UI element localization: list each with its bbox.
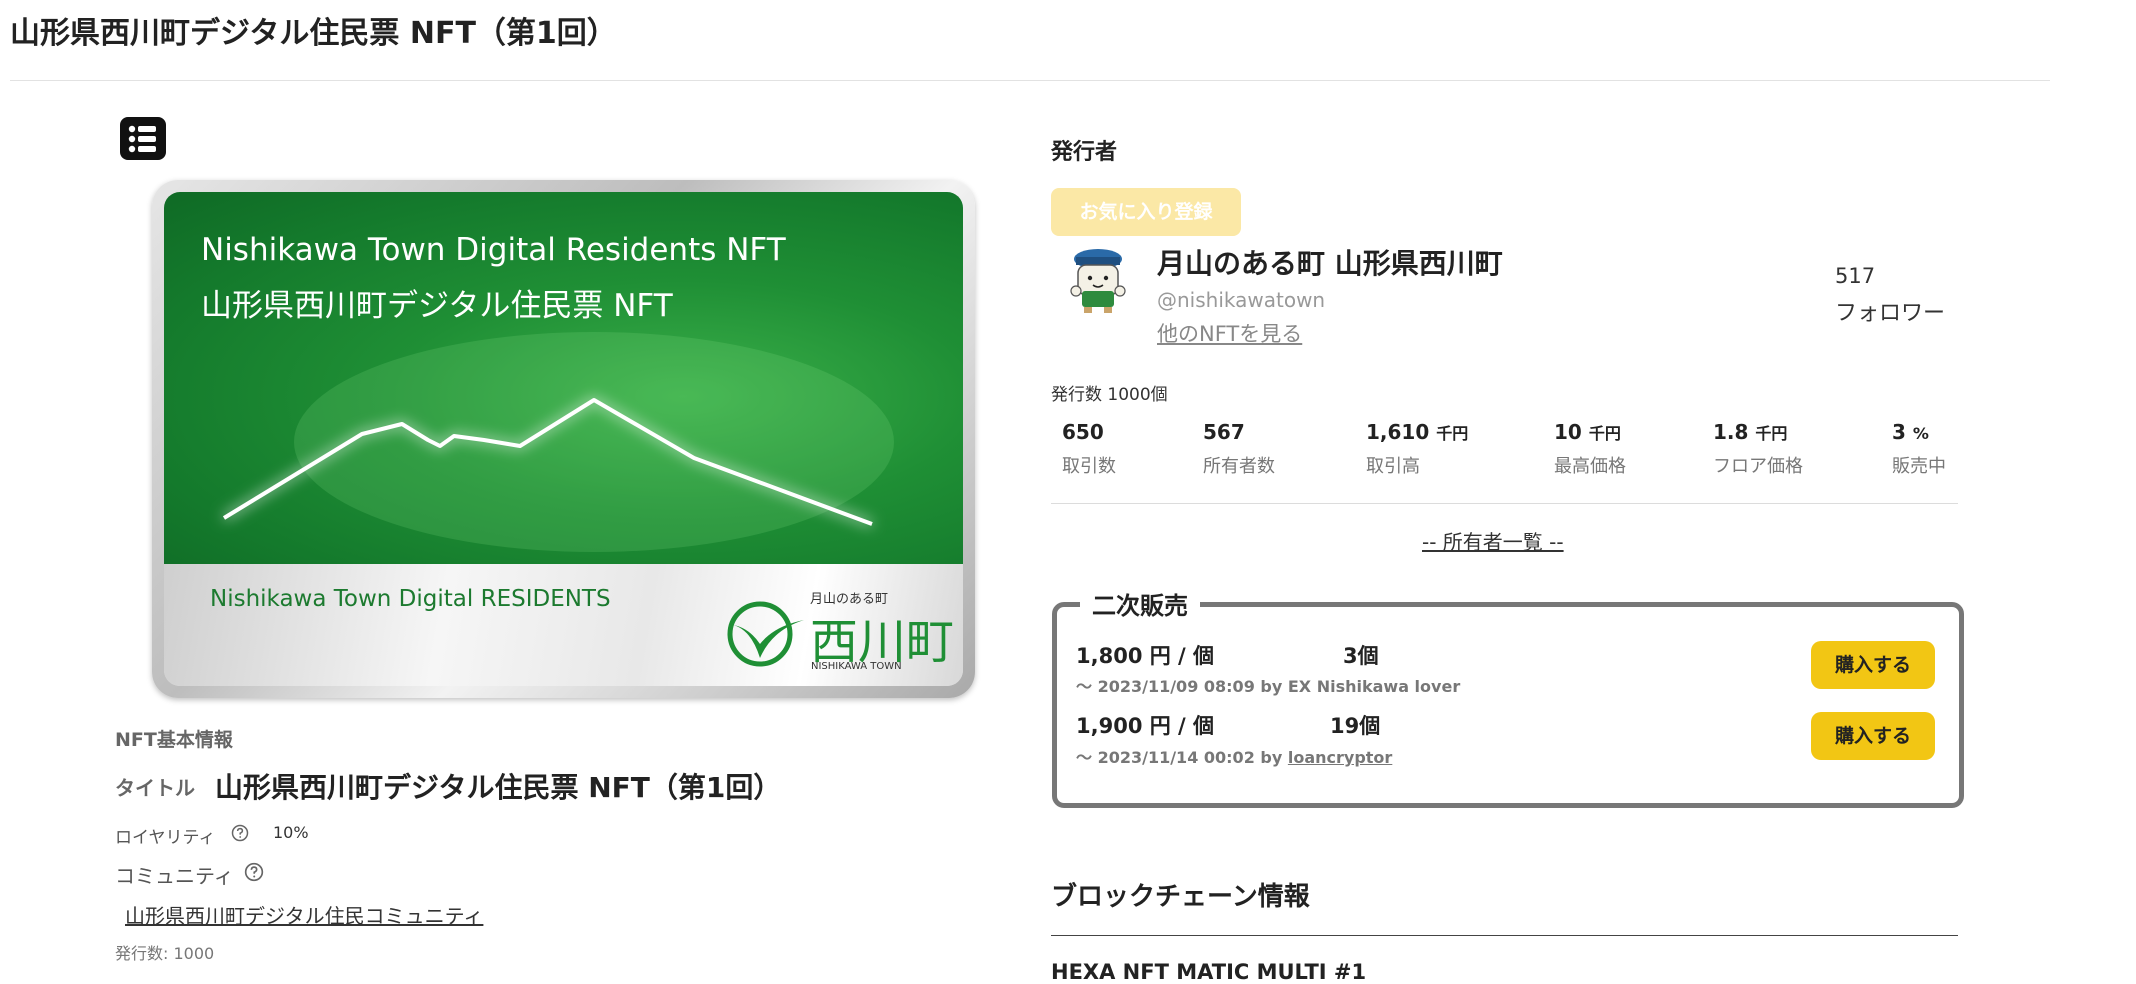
- issuer-other-nfts-link[interactable]: 他のNFTを見る: [1157, 318, 1302, 348]
- stats-divider: [1051, 503, 1958, 504]
- stat-value: 1,610: [1366, 420, 1430, 444]
- secondary-sale-panel: [1052, 602, 1964, 808]
- blockchain-divider: [1051, 935, 1958, 936]
- page-title: 山形県西川町デジタル住民票 NFT（第1回）: [10, 16, 617, 51]
- followers-count: 517: [1835, 264, 1876, 288]
- title-divider: [10, 80, 2050, 81]
- stat-unit: 千円: [1588, 424, 1621, 443]
- community-link[interactable]: 山形県西川町デジタル住民コミュニティ: [125, 900, 483, 929]
- listing-seller: EX Nishikawa lover: [1287, 677, 1461, 696]
- nft-image[interactable]: Nishikawa Town Digital Residents NFT 山形県…: [152, 180, 975, 698]
- listing-date: 〜 2023/11/09 08:09 by: [1076, 677, 1288, 696]
- stat-unit: 千円: [1436, 424, 1469, 443]
- stat-label: 販売中: [1892, 456, 1946, 477]
- stat-unit: 千円: [1755, 424, 1788, 443]
- community-label: コミュニティ: [115, 864, 234, 888]
- stat-label: 取引数: [1062, 456, 1116, 477]
- listing-date: 〜 2023/11/14 00:02 by: [1076, 748, 1288, 767]
- buy-button[interactable]: 購入する: [1811, 712, 1935, 760]
- stat-floor-price: 1.8 千円 フロア価格: [1713, 420, 1803, 478]
- royalty-label: ロイヤリティ: [115, 828, 216, 848]
- issuer-name[interactable]: 月山のある町 山形県西川町: [1157, 242, 1503, 282]
- buy-button[interactable]: 購入する: [1811, 641, 1935, 689]
- stat-label: フロア価格: [1713, 456, 1803, 477]
- basic-info-heading: NFT基本情報: [115, 729, 233, 751]
- nft-card-title-en: Nishikawa Town Digital Residents NFT: [201, 232, 786, 268]
- community-help-icon[interactable]: [244, 862, 264, 882]
- listing-quantity: 3個: [1343, 644, 1379, 668]
- issuer-avatar[interactable]: [1062, 245, 1134, 317]
- listing-price: 1,900 円 / 個: [1076, 714, 1215, 738]
- stat-value: 567: [1203, 420, 1245, 444]
- royalty-help-icon[interactable]: [231, 824, 249, 842]
- issuer-handle: @nishikawatown: [1157, 288, 1326, 312]
- blockchain-item: HEXA NFT MATIC MULTI #1: [1051, 960, 1367, 984]
- nft-card-title-ja: 山形県西川町デジタル住民票 NFT: [201, 288, 673, 324]
- stat-highest-price: 10 千円 最高価格: [1554, 420, 1626, 478]
- stat-volume: 1,610 千円 取引高: [1366, 420, 1468, 478]
- blockchain-info-heading: ブロックチェーン情報: [1051, 882, 1310, 912]
- town-logo-icon: [727, 601, 804, 667]
- stat-label: 取引高: [1366, 456, 1420, 477]
- nft-card-subtitle: Nishikawa Town Digital RESIDENTS: [210, 586, 611, 612]
- nft-card-face: Nishikawa Town Digital Residents NFT 山形県…: [164, 192, 963, 686]
- stat-on-sale: 3 % 販売中: [1892, 420, 1946, 478]
- stat-value: 10: [1554, 420, 1582, 444]
- listing-meta: 〜 2023/11/14 00:02 by loancryptor: [1076, 744, 1392, 768]
- stat-label: 所有者数: [1203, 456, 1275, 477]
- followers-label: フォロワー: [1835, 301, 1946, 326]
- stat-value: 1.8: [1713, 420, 1749, 444]
- title-value: 山形県西川町デジタル住民票 NFT（第1回）: [215, 771, 782, 804]
- issued-count: 発行数: 1000: [115, 944, 215, 963]
- stat-value: 3: [1892, 420, 1906, 444]
- list-view-icon[interactable]: [120, 117, 166, 160]
- town-logo-name-en: NISHIKAWA TOWN: [811, 661, 902, 672]
- listing-seller-link[interactable]: loancryptor: [1288, 748, 1392, 767]
- stat-unit: %: [1912, 424, 1929, 443]
- listing-price: 1,800 円 / 個: [1076, 644, 1215, 668]
- title-label: タイトル: [115, 776, 195, 800]
- listing-quantity: 19個: [1330, 714, 1381, 738]
- issuer-heading: 発行者: [1051, 140, 1118, 165]
- royalty-value: 10%: [273, 823, 309, 842]
- owners-list-link[interactable]: -- 所有者一覧 --: [1422, 526, 1564, 555]
- secondary-sale-heading: 二次販売: [1080, 586, 1200, 621]
- stat-label: 最高価格: [1554, 456, 1626, 477]
- favorite-button[interactable]: お気に入り登録: [1051, 188, 1241, 236]
- stat-trades: 650 取引数: [1062, 420, 1116, 478]
- listing-meta: 〜 2023/11/09 08:09 by EX Nishikawa lover: [1076, 673, 1460, 697]
- stats-issued-count: 発行数 1000個: [1051, 385, 1168, 405]
- stat-value: 650: [1062, 420, 1104, 444]
- stat-owners: 567 所有者数: [1203, 420, 1275, 478]
